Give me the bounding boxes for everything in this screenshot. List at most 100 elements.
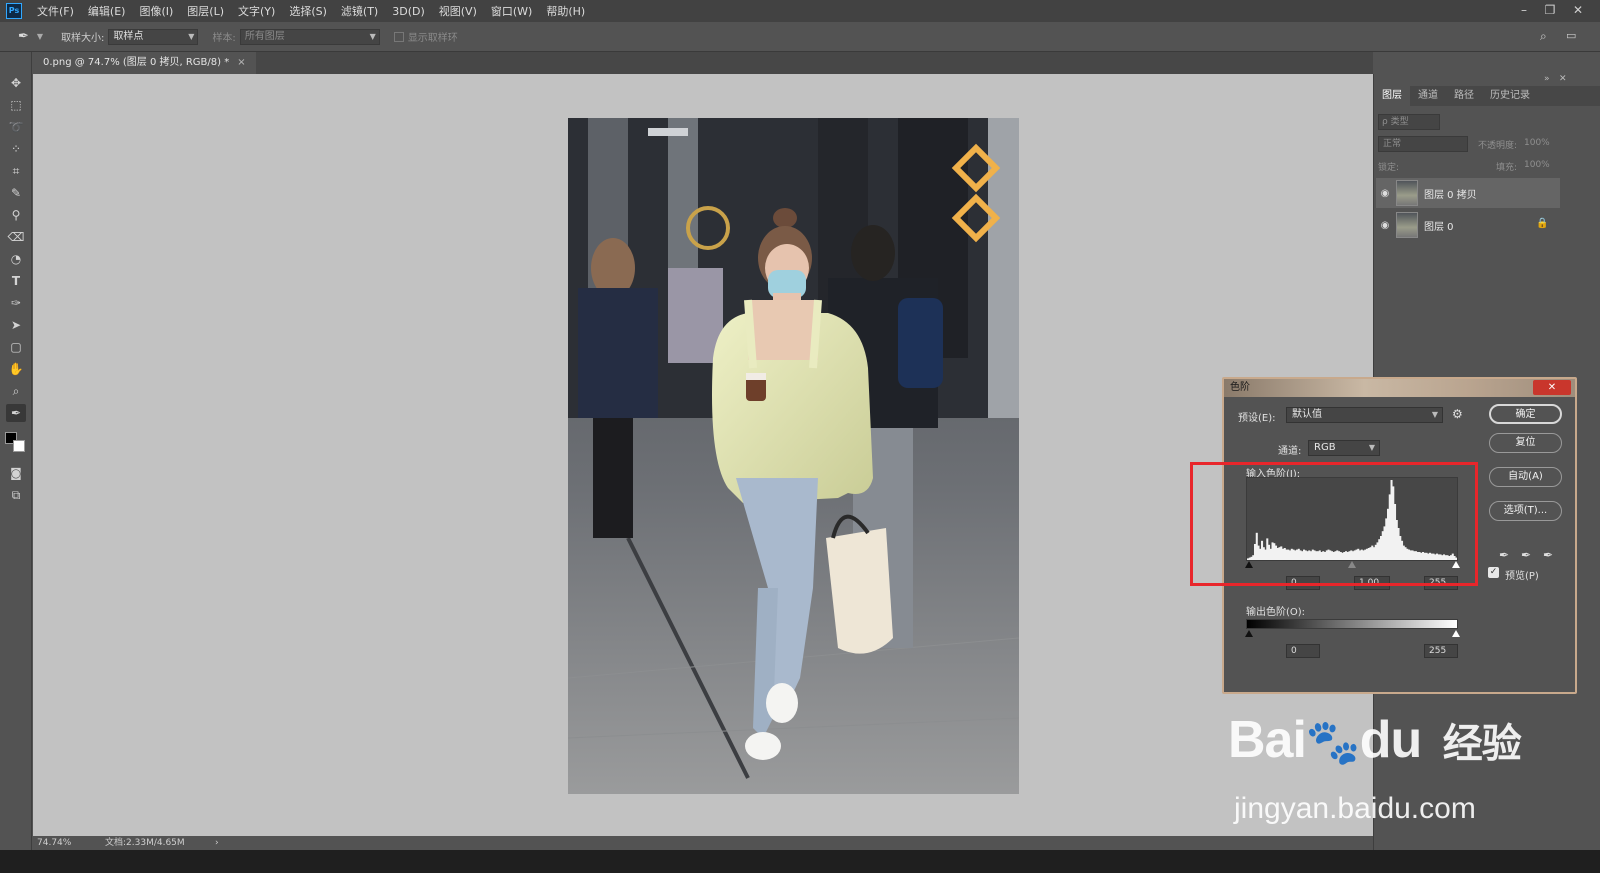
eyedropper-tool-icon[interactable]: ✒ bbox=[6, 404, 26, 422]
hand-tool-icon[interactable]: ✋ bbox=[6, 360, 26, 378]
tab-channels[interactable]: 通道 bbox=[1410, 86, 1446, 106]
close-panel-icon[interactable]: ✕ bbox=[1559, 74, 1567, 84]
histogram-bar bbox=[1345, 551, 1348, 560]
menu-window[interactable]: 窗口(W) bbox=[484, 3, 539, 19]
menu-edit[interactable]: 编辑(E) bbox=[81, 3, 133, 19]
histogram-bar bbox=[1318, 550, 1321, 560]
chevron-down-icon: ▼ bbox=[369, 31, 376, 41]
preset-select[interactable]: 默认值 ▼ bbox=[1286, 407, 1443, 423]
menu-view[interactable]: 视图(V) bbox=[432, 3, 484, 19]
collapse-panel-icon[interactable]: » bbox=[1544, 74, 1550, 84]
menu-file[interactable]: 文件(F) bbox=[30, 3, 81, 19]
dodge-tool-icon[interactable]: ◔ bbox=[6, 250, 26, 268]
close-window-button[interactable]: ✕ bbox=[1566, 0, 1590, 22]
layer-row[interactable]: ◉ 图层 0 拷贝 bbox=[1376, 178, 1560, 208]
input-black-slider[interactable] bbox=[1245, 561, 1253, 568]
options-button[interactable]: 选项(T)... bbox=[1489, 501, 1562, 521]
histogram-bar bbox=[1285, 549, 1288, 560]
zoom-level[interactable]: 74.74% bbox=[37, 836, 71, 850]
eraser-tool-icon[interactable]: ⌫ bbox=[6, 228, 26, 246]
fill-label: 填充: bbox=[1496, 163, 1518, 173]
channel-select[interactable]: RGB ▼ bbox=[1308, 440, 1380, 456]
menu-3d[interactable]: 3D(D) bbox=[385, 5, 432, 18]
histogram-bar bbox=[1357, 548, 1360, 560]
menu-select[interactable]: 选择(S) bbox=[282, 3, 334, 19]
tab-paths[interactable]: 路径 bbox=[1446, 86, 1482, 106]
background-color-swatch[interactable] bbox=[13, 440, 25, 452]
input-black-field[interactable]: 0 bbox=[1286, 576, 1320, 590]
pen-tool-icon[interactable]: ✑ bbox=[6, 294, 26, 312]
histogram-bar bbox=[1371, 545, 1374, 560]
dialog-close-button[interactable]: ✕ bbox=[1533, 380, 1571, 395]
clone-stamp-tool-icon[interactable]: ⚲ bbox=[6, 206, 26, 224]
marquee-tool-icon[interactable]: ⬚ bbox=[6, 96, 26, 114]
type-tool-icon[interactable]: T bbox=[6, 272, 26, 290]
fill-value[interactable]: 100% bbox=[1524, 160, 1550, 170]
tab-history[interactable]: 历史记录 bbox=[1482, 86, 1538, 106]
document-tab[interactable]: 0.png @ 74.7% (图层 0 拷贝, RGB/8) * × bbox=[33, 52, 256, 74]
menu-layer[interactable]: 图层(L) bbox=[180, 3, 231, 19]
histogram-bar bbox=[1397, 528, 1400, 560]
auto-button[interactable]: 自动(A) bbox=[1489, 467, 1562, 487]
eyedropper-tool-preset-icon[interactable]: ✒ bbox=[18, 29, 29, 44]
output-white-slider[interactable] bbox=[1452, 630, 1460, 637]
chevron-down-icon[interactable]: ▼ bbox=[37, 32, 43, 41]
canvas-area[interactable] bbox=[33, 74, 1373, 836]
ok-button[interactable]: 确定 bbox=[1489, 404, 1562, 424]
menu-image[interactable]: 图像(I) bbox=[132, 3, 180, 19]
restore-button[interactable]: ❐ bbox=[1538, 0, 1562, 22]
lasso-tool-icon[interactable]: ➰ bbox=[6, 118, 26, 136]
white-point-eyedropper-icon[interactable]: ✒ bbox=[1540, 547, 1556, 563]
preset-options-gear-icon[interactable]: ⚙ bbox=[1452, 407, 1463, 421]
menu-filter[interactable]: 滤镜(T) bbox=[334, 3, 385, 19]
minimize-button[interactable]: – bbox=[1512, 0, 1536, 22]
menu-type[interactable]: 文字(Y) bbox=[231, 3, 282, 19]
sample-size-select[interactable]: 取样点 ▼ bbox=[108, 28, 199, 45]
shape-tool-icon[interactable]: ▢ bbox=[6, 338, 26, 356]
search-icon[interactable]: ⌕ bbox=[1540, 29, 1547, 44]
menu-help[interactable]: 帮助(H) bbox=[539, 3, 592, 19]
zoom-tool-icon[interactable]: ⌕ bbox=[6, 382, 26, 400]
tab-layers[interactable]: 图层 bbox=[1374, 86, 1410, 106]
gray-point-eyedropper-icon[interactable]: ✒ bbox=[1518, 547, 1534, 563]
move-tool-icon[interactable]: ✥ bbox=[6, 74, 26, 92]
black-point-eyedropper-icon[interactable]: ✒ bbox=[1496, 547, 1512, 563]
screen-mode-icon[interactable]: ⧉ bbox=[6, 486, 26, 504]
layer-thumbnail bbox=[1396, 212, 1418, 238]
histogram-bar bbox=[1325, 550, 1328, 560]
workspace-icon[interactable]: ▭ bbox=[1566, 29, 1576, 42]
histogram-bar bbox=[1257, 545, 1260, 560]
quick-mask-icon[interactable]: ◙ bbox=[6, 464, 26, 482]
quick-selection-tool-icon[interactable]: ⁘ bbox=[6, 140, 26, 158]
blend-mode-select[interactable]: 正常 bbox=[1378, 136, 1468, 152]
status-menu-arrow[interactable]: › bbox=[215, 836, 219, 850]
layer-row[interactable]: ◉ 图层 0 🔒 bbox=[1376, 210, 1560, 240]
show-ring-checkbox[interactable] bbox=[393, 31, 404, 42]
output-white-field[interactable]: 255 bbox=[1424, 644, 1458, 658]
histogram-bar bbox=[1362, 550, 1365, 560]
reset-button[interactable]: 复位 bbox=[1489, 433, 1562, 453]
document-photo[interactable] bbox=[568, 118, 1019, 794]
histogram-bar bbox=[1338, 551, 1341, 560]
brush-tool-icon[interactable]: ✎ bbox=[6, 184, 26, 202]
sample-value: 所有图层 bbox=[244, 30, 285, 42]
layer-filter-select[interactable]: ρ 类型 bbox=[1378, 114, 1440, 130]
input-white-field[interactable]: 255 bbox=[1424, 576, 1458, 590]
sample-select[interactable]: 所有图层 ▼ bbox=[239, 28, 380, 45]
histogram-bar bbox=[1350, 550, 1353, 560]
output-black-field[interactable]: 0 bbox=[1286, 644, 1320, 658]
histogram-bar bbox=[1383, 526, 1386, 560]
input-white-slider[interactable] bbox=[1452, 561, 1460, 568]
histogram-bar bbox=[1409, 550, 1412, 560]
opacity-value[interactable]: 100% bbox=[1524, 138, 1550, 148]
visibility-eye-icon[interactable]: ◉ bbox=[1376, 188, 1394, 199]
dialog-title-bar[interactable]: 色阶 bbox=[1224, 379, 1575, 397]
output-black-slider[interactable] bbox=[1245, 630, 1253, 637]
input-gamma-slider[interactable] bbox=[1348, 561, 1356, 568]
path-selection-tool-icon[interactable]: ➤ bbox=[6, 316, 26, 334]
visibility-eye-icon[interactable]: ◉ bbox=[1376, 220, 1394, 231]
crop-tool-icon[interactable]: ⌗ bbox=[6, 162, 26, 180]
close-tab-icon[interactable]: × bbox=[237, 57, 245, 68]
preview-checkbox[interactable]: ✓ bbox=[1488, 567, 1499, 578]
input-gamma-field[interactable]: 1.00 bbox=[1354, 576, 1390, 590]
